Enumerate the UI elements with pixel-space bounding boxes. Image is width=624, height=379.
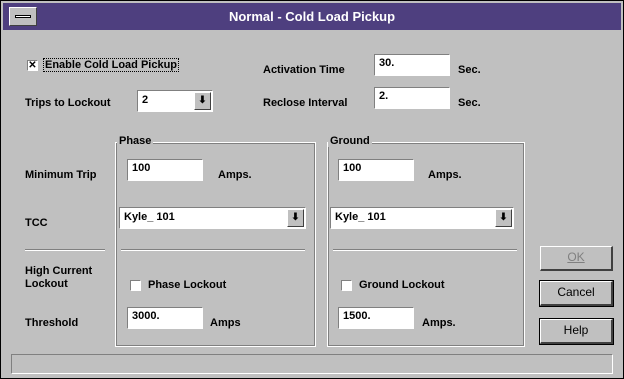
reclose-interval-input[interactable]: 2. — [374, 87, 450, 109]
down-arrow-icon[interactable]: ⬇ — [194, 92, 211, 110]
phase-threshold-input[interactable]: 3000. — [127, 307, 203, 329]
left-separator — [25, 249, 105, 251]
phase-tcc-select[interactable]: Kyle_ 101 ⬇ — [119, 207, 306, 229]
high-current-label-line2: Lockout — [25, 278, 68, 290]
help-button-label: Help — [563, 323, 589, 337]
ok-button-label: OK — [567, 250, 585, 264]
dialog-window: Normal - Cold Load Pickup ✕ Enable Cold … — [0, 0, 624, 379]
phase-min-trip-unit: Amps. — [218, 169, 252, 181]
phase-separator — [121, 249, 305, 251]
ground-lockout-checkbox[interactable] — [341, 280, 352, 291]
down-arrow-icon[interactable]: ⬇ — [495, 209, 512, 227]
ok-button[interactable]: OK — [540, 246, 613, 271]
ground-min-trip-unit: Amps. — [428, 169, 462, 181]
enable-cold-load-label[interactable]: Enable Cold Load Pickup — [43, 58, 180, 72]
activation-time-input[interactable]: 30. — [374, 54, 450, 76]
help-button[interactable]: Help — [539, 318, 614, 345]
down-arrow-icon[interactable]: ⬇ — [287, 209, 304, 227]
ground-tcc-select[interactable]: Kyle_ 101 ⬇ — [330, 207, 514, 229]
tcc-label: TCC — [25, 217, 48, 229]
ground-separator — [333, 249, 517, 251]
status-bar — [11, 354, 613, 374]
title-bar: Normal - Cold Load Pickup — [3, 3, 621, 30]
minimum-trip-label: Minimum Trip — [25, 169, 97, 181]
enable-cold-load-checkbox[interactable]: ✕ — [27, 60, 38, 71]
window-title: Normal - Cold Load Pickup — [228, 9, 396, 24]
cancel-button-label: Cancel — [557, 285, 595, 299]
activation-time-label: Activation Time — [263, 64, 345, 76]
trips-to-lockout-value: 2 — [142, 94, 149, 106]
cancel-button[interactable]: Cancel — [539, 280, 614, 307]
activation-time-unit: Sec. — [458, 64, 481, 76]
ground-min-trip-input[interactable]: 100 — [338, 159, 414, 181]
ground-group-legend: Ground — [328, 135, 372, 147]
trips-to-lockout-select[interactable]: 2 ⬇ — [137, 90, 213, 112]
phase-group-legend: Phase — [117, 135, 154, 147]
ground-lockout-label[interactable]: Ground Lockout — [359, 279, 445, 291]
ground-tcc-value: Kyle_ 101 — [335, 211, 386, 223]
trips-to-lockout-label: Trips to Lockout — [25, 97, 111, 109]
phase-threshold-unit: Amps — [210, 317, 241, 329]
phase-tcc-value: Kyle_ 101 — [124, 211, 175, 223]
phase-lockout-checkbox[interactable] — [130, 280, 141, 291]
high-current-label-line1: High Current — [25, 265, 93, 277]
phase-lockout-label[interactable]: Phase Lockout — [148, 279, 226, 291]
reclose-interval-label: Reclose Interval — [263, 97, 348, 109]
threshold-label: Threshold — [25, 317, 79, 329]
phase-min-trip-input[interactable]: 100 — [127, 159, 203, 181]
ground-threshold-input[interactable]: 1500. — [338, 307, 414, 329]
ground-threshold-unit: Amps. — [422, 317, 456, 329]
reclose-interval-unit: Sec. — [458, 97, 481, 109]
